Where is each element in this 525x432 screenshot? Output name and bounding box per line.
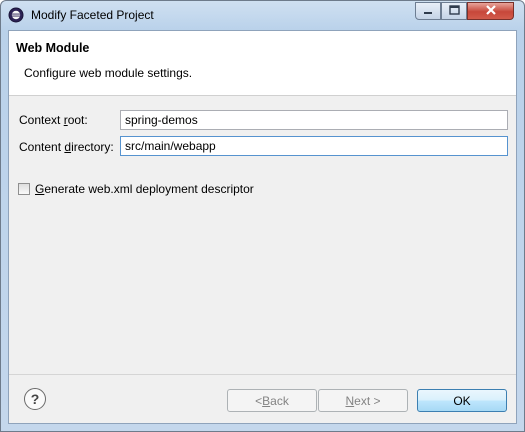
context-root-label: Context root: xyxy=(19,113,88,127)
content-directory-label: Content directory: xyxy=(19,140,114,154)
page-banner: Web Module Configure web module settings… xyxy=(9,31,516,96)
close-icon xyxy=(485,4,497,18)
close-button[interactable] xyxy=(467,2,514,20)
page-title: Web Module xyxy=(16,41,90,55)
dialog-client-area: Web Module Configure web module settings… xyxy=(8,30,517,424)
help-icon: ? xyxy=(30,391,40,407)
generate-webxml-label: Generate web.xml deployment descriptor xyxy=(35,182,254,196)
dialog-window: Modify Faceted Project Web Module Config… xyxy=(0,0,525,432)
context-root-input[interactable] xyxy=(120,110,508,130)
ok-button[interactable]: OK xyxy=(417,389,507,412)
generate-webxml-option[interactable]: Generate web.xml deployment descriptor xyxy=(18,182,254,196)
minimize-button[interactable] xyxy=(415,2,441,20)
minimize-icon xyxy=(423,4,433,18)
content-directory-input[interactable] xyxy=(120,136,508,156)
help-button[interactable]: ? xyxy=(24,388,46,410)
maximize-button[interactable] xyxy=(441,2,467,20)
window-title: Modify Faceted Project xyxy=(31,8,154,22)
next-button[interactable]: Next > xyxy=(318,389,408,412)
page-description: Configure web module settings. xyxy=(24,66,193,80)
maximize-icon xyxy=(448,4,460,18)
back-button[interactable]: < Back xyxy=(227,389,317,412)
title-bar[interactable]: Modify Faceted Project xyxy=(1,1,524,29)
web-module-form: Context root: Content directory: Generat… xyxy=(9,96,516,373)
generate-webxml-checkbox[interactable] xyxy=(18,183,30,195)
eclipse-app-icon xyxy=(8,7,24,23)
button-bar-separator xyxy=(9,374,516,375)
